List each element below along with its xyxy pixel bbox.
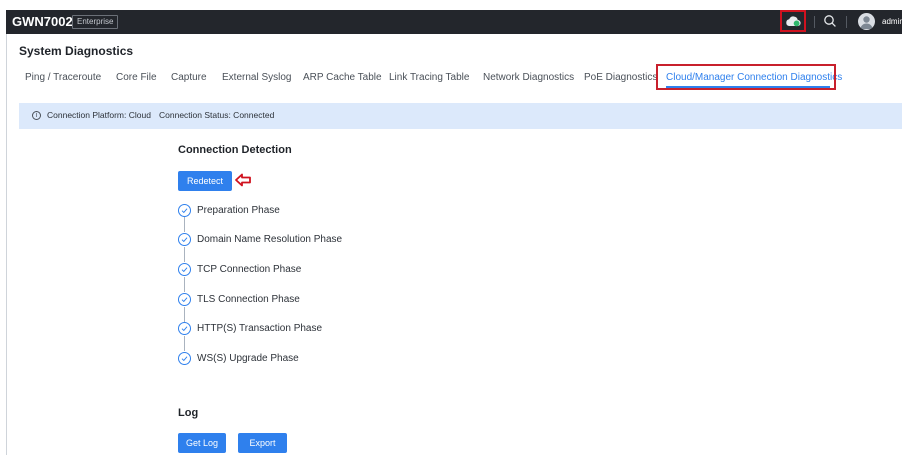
info-icon: i	[32, 111, 41, 120]
connection-info-bar: i Connection Platform: Cloud Connection …	[19, 103, 902, 129]
check-circle-icon	[178, 322, 191, 335]
user-name[interactable]: admin	[882, 15, 902, 29]
connection-status-text: Connection Status: Connected	[159, 110, 275, 120]
header-divider	[814, 16, 815, 28]
step-connector	[184, 217, 185, 232]
step-label: HTTP(S) Transaction Phase	[197, 323, 323, 334]
brand-name: GWN7002	[12, 14, 73, 29]
header-divider	[846, 16, 847, 28]
top-bar: GWN7002 Enterprise admin	[6, 10, 902, 34]
log-title: Log	[178, 407, 199, 419]
tab-link-tracing-table[interactable]: Link Tracing Table	[389, 72, 469, 83]
user-avatar-icon[interactable]	[858, 13, 875, 30]
redetect-button[interactable]: Redetect	[178, 171, 232, 191]
step-connector	[184, 247, 185, 262]
tab-ping-traceroute[interactable]: Ping / Traceroute	[25, 72, 101, 83]
check-circle-icon	[178, 352, 191, 365]
check-circle-icon	[178, 293, 191, 306]
step-connector	[184, 277, 185, 292]
edition-badge: Enterprise	[72, 15, 119, 29]
step-label: Domain Name Resolution Phase	[197, 234, 343, 245]
step-connector	[184, 307, 185, 322]
tab-network-diagnostics[interactable]: Network Diagnostics	[483, 72, 574, 83]
connection-detection-title: Connection Detection	[178, 144, 292, 156]
tab-arp-cache-table[interactable]: ARP Cache Table	[303, 72, 382, 83]
get-log-button[interactable]: Get Log	[178, 433, 226, 453]
cloud-status-button[interactable]	[780, 10, 806, 32]
step-label: WS(S) Upgrade Phase	[197, 353, 299, 364]
connection-platform-text: Connection Platform: Cloud	[47, 110, 151, 120]
check-circle-icon	[178, 263, 191, 276]
check-circle-icon	[178, 204, 191, 217]
step-label: TCP Connection Phase	[197, 264, 302, 275]
search-icon[interactable]	[823, 14, 837, 28]
tab-core-file[interactable]: Core File	[116, 72, 157, 83]
step-label: TLS Connection Phase	[197, 294, 300, 305]
active-tab-highlight	[656, 64, 836, 90]
check-circle-icon	[178, 233, 191, 246]
step-label: Preparation Phase	[197, 205, 280, 216]
arrow-left-icon	[235, 173, 251, 187]
tab-poe-diagnostics[interactable]: PoE Diagnostics	[584, 72, 657, 83]
cloud-icon	[786, 16, 801, 27]
tab-external-syslog[interactable]: External Syslog	[222, 72, 291, 83]
page-title: System Diagnostics	[19, 44, 134, 58]
tab-capture[interactable]: Capture	[171, 72, 207, 83]
step-connector	[184, 336, 185, 351]
export-button[interactable]: Export	[238, 433, 287, 453]
